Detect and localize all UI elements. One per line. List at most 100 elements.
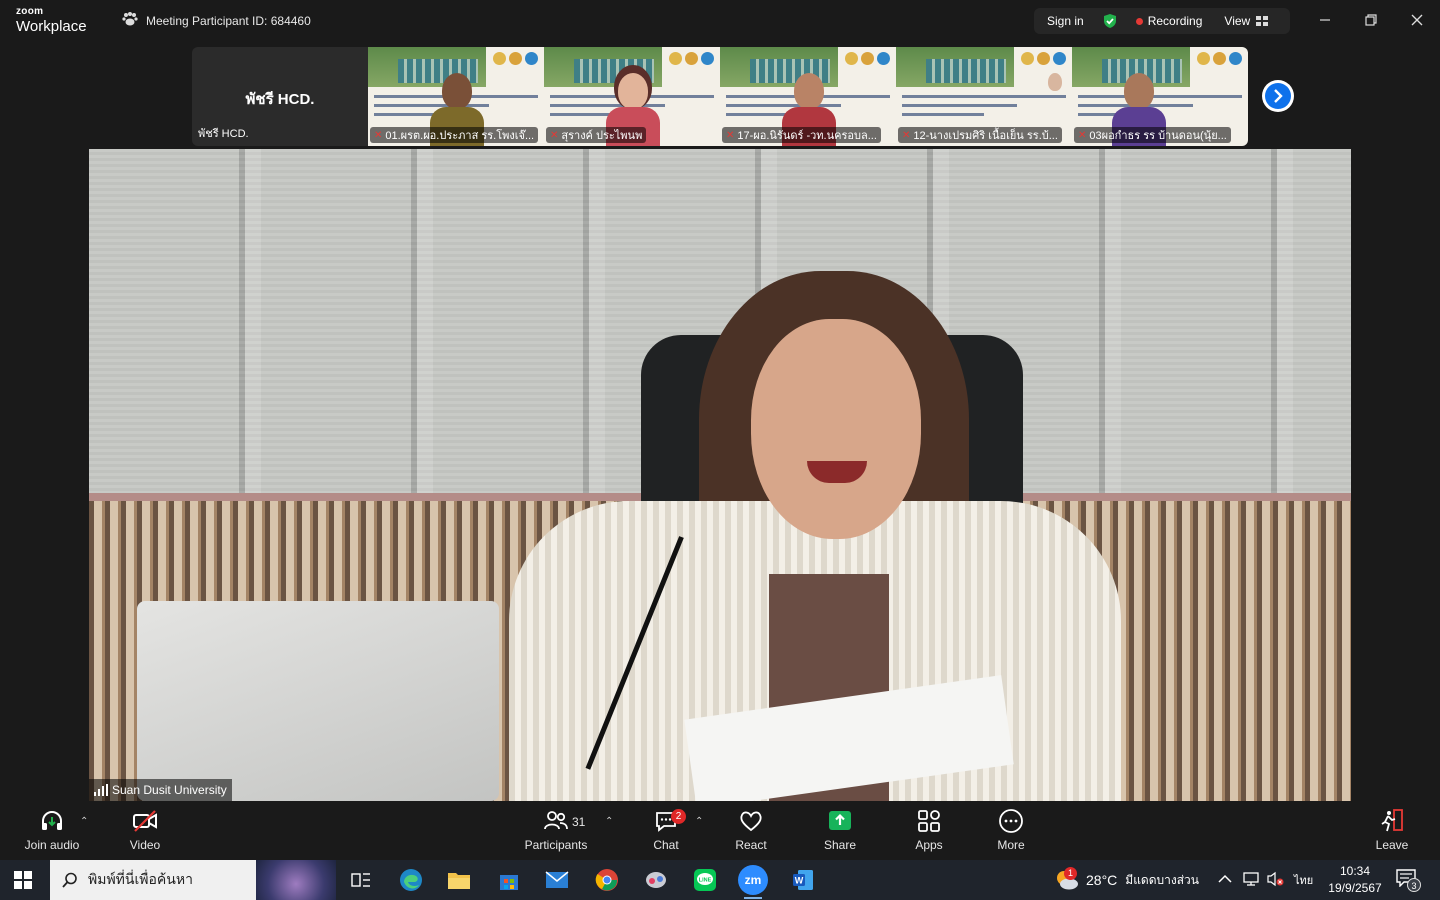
participant-name-tag: ✕ 03ผอกำธร รร บ้านดอน(นุ้ย... xyxy=(1074,127,1231,143)
recording-indicator[interactable]: Recording xyxy=(1148,14,1203,28)
participant-tile[interactable]: ✕ 12-นางเปรมศิริ เนื้อเย็น รร.บ้... xyxy=(896,47,1072,146)
participant-name: 03ผอกำธร รร บ้านดอน(นุ้ย... xyxy=(1089,130,1227,142)
participant-name-tag: ✕ สุรางค์ ประไพนพ xyxy=(546,127,647,143)
chevron-up-icon[interactable] xyxy=(1218,873,1232,887)
mail-icon[interactable] xyxy=(542,865,572,895)
grid-view-icon[interactable] xyxy=(1256,16,1269,26)
participants-label: Participants xyxy=(524,838,588,852)
clock-date: 19/9/2567 xyxy=(1328,881,1382,895)
zoom-app-icon[interactable]: zm xyxy=(738,865,768,899)
svg-text:W: W xyxy=(795,876,804,886)
apps-button[interactable]: Apps xyxy=(890,808,968,856)
muted-mic-icon: ✕ xyxy=(726,129,735,141)
more-label: More xyxy=(997,838,1025,852)
chat-caret-icon[interactable]: ⌃ xyxy=(695,816,703,827)
notification-center-icon[interactable]: 3 xyxy=(1396,860,1422,900)
network-icon[interactable] xyxy=(1242,871,1260,890)
shield-check-icon[interactable] xyxy=(1102,13,1118,29)
self-name-large: พัชรี HCD. xyxy=(245,91,315,108)
audio-options-caret-icon[interactable]: ⌃ xyxy=(80,816,88,827)
participant-strip: พัชรี HCD. พัชรี HCD. ✕ 01.ผรต.ผอ.ประภาส … xyxy=(192,47,1248,146)
zoom-logo: zoom Workplace xyxy=(16,6,87,35)
chrome-icon[interactable] xyxy=(592,865,622,895)
weather-widget[interactable]: 1 28°C มีแดดบางส่วน xyxy=(1054,860,1199,900)
meeting-id-text: Meeting Participant ID: 684460 xyxy=(146,13,311,28)
search-highlight-image[interactable] xyxy=(256,860,336,900)
brand-top: zoom xyxy=(16,6,44,17)
leave-button[interactable]: Leave xyxy=(1353,808,1431,856)
taskbar-clock[interactable]: 10:34 19/9/2567 xyxy=(1326,863,1384,897)
participant-tile[interactable]: ✕ 03ผอกำธร รร บ้านดอน(นุ้ย... xyxy=(1072,47,1248,146)
chat-badge: 2 xyxy=(671,809,686,824)
volume-muted-icon[interactable] xyxy=(1266,871,1284,890)
participant-tile[interactable]: ✕ 01.ผรต.ผอ.ประภาส รร.โพงเจ๊... xyxy=(368,47,544,146)
view-button[interactable]: View xyxy=(1224,14,1250,28)
laptop xyxy=(137,601,499,801)
weather-temp: 28°C xyxy=(1086,872,1118,888)
microsoft-store-icon[interactable] xyxy=(494,865,524,895)
paw-icon xyxy=(122,12,138,29)
participant-tile[interactable]: ✕ 17-ผอ.นิรันดร์ -วท.นครอบล... xyxy=(720,47,896,146)
snipping-tool-icon[interactable] xyxy=(641,865,671,895)
participant-name: 17-ผอ.นิรันดร์ -วท.นครอบล... xyxy=(737,130,877,142)
windows-start-icon[interactable] xyxy=(14,871,32,894)
restore-icon[interactable] xyxy=(1360,10,1382,32)
participant-tile[interactable]: ✕ สุรางค์ ประไพนพ xyxy=(544,47,720,146)
video-button[interactable]: Video xyxy=(106,808,184,856)
speaker-face xyxy=(751,319,921,539)
heart-icon xyxy=(740,811,762,832)
windows-taskbar: พิมพ์ที่นี่เพื่อค้นหา LINE zm W 1 28°C ม… xyxy=(0,860,1440,900)
participant-name-tag: ✕ 12-นางเปรมศิริ เนื้อเย็น รร.บ้... xyxy=(898,127,1062,143)
video-off-icon xyxy=(133,810,157,832)
muted-mic-icon: ✕ xyxy=(902,129,911,141)
recording-dot-icon xyxy=(1135,17,1143,25)
meeting-toolbar: Join audio ⌃ Video Participants 31 ⌃ Cha… xyxy=(0,802,1440,860)
participant-name-tag: ✕ 17-ผอ.นิรันดร์ -วท.นครอบล... xyxy=(722,127,881,143)
brand-bottom: Workplace xyxy=(16,18,87,35)
titlebar-right-group: Sign in Recording View xyxy=(1034,8,1290,34)
close-icon[interactable] xyxy=(1406,10,1428,32)
task-view-icon[interactable] xyxy=(346,865,376,895)
active-speaker-video[interactable]: Suan Dusit University xyxy=(89,149,1351,801)
participants-count: 31 xyxy=(572,815,586,829)
participants-caret-icon[interactable]: ⌃ xyxy=(605,816,613,827)
leave-label: Leave xyxy=(1375,838,1409,852)
file-explorer-icon[interactable] xyxy=(444,865,474,895)
react-button[interactable]: React xyxy=(712,808,790,856)
share-button[interactable]: Share xyxy=(801,808,879,856)
video-name-label: Suan Dusit University xyxy=(89,779,232,801)
minimize-icon[interactable] xyxy=(1314,10,1336,32)
participant-name: 12-นางเปรมศิริ เนื้อเย็น รร.บ้... xyxy=(913,130,1058,142)
react-label: React xyxy=(735,838,767,852)
sign-in-button[interactable]: Sign in xyxy=(1047,14,1084,28)
chat-label: Chat xyxy=(653,838,679,852)
join-audio-label: Join audio xyxy=(24,838,80,852)
participant-name-tag: ✕ 01.ผรต.ผอ.ประภาส รร.โพงเจ๊... xyxy=(370,127,539,143)
self-name-label: พัชรี HCD. xyxy=(198,128,249,140)
taskbar-search-box[interactable]: พิมพ์ที่นี่เพื่อค้นหา xyxy=(50,860,336,900)
meeting-info[interactable]: Meeting Participant ID: 684460 xyxy=(122,12,311,29)
next-page-button[interactable] xyxy=(1262,80,1294,112)
title-bar: zoom Workplace Meeting Participant ID: 6… xyxy=(0,0,1440,42)
notification-count: 3 xyxy=(1407,878,1421,892)
participants-icon xyxy=(544,811,568,830)
weather-condition: มีแดดบางส่วน xyxy=(1125,872,1199,887)
muted-mic-icon: ✕ xyxy=(550,129,559,141)
participant-name: 01.ผรต.ผอ.ประภาส รร.โพงเจ๊... xyxy=(385,130,535,142)
share-screen-icon xyxy=(829,811,851,830)
more-button[interactable]: More xyxy=(972,808,1050,856)
input-language[interactable]: ไทย xyxy=(1294,871,1313,889)
chevron-right-icon xyxy=(1265,83,1291,109)
system-tray: ไทย xyxy=(1218,860,1313,900)
clock-time: 10:34 xyxy=(1339,864,1371,878)
video-label: Video xyxy=(129,838,161,852)
leave-icon xyxy=(1381,809,1403,832)
more-icon xyxy=(999,809,1023,833)
apps-icon xyxy=(918,810,940,832)
self-tile[interactable]: พัชรี HCD. พัชรี HCD. xyxy=(192,47,368,146)
edge-browser-icon[interactable] xyxy=(396,865,426,895)
line-app-icon[interactable]: LINE xyxy=(690,865,720,895)
word-icon[interactable]: W xyxy=(788,865,818,895)
chat-button[interactable]: Chat xyxy=(627,808,705,856)
search-icon xyxy=(62,872,77,888)
